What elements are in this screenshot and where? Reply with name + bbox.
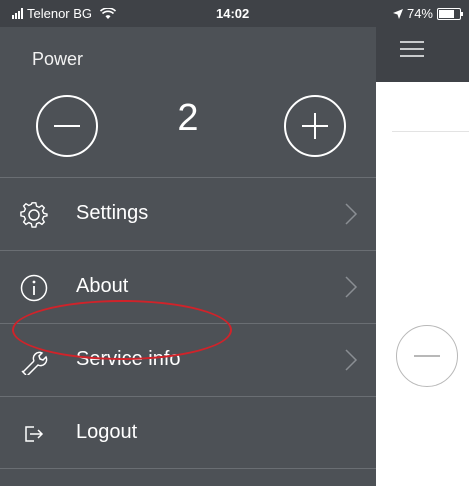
- gear-icon: [20, 202, 48, 228]
- location-arrow-icon: [392, 8, 403, 19]
- wifi-icon: [100, 7, 117, 19]
- menu-item-service-info[interactable]: Service info: [0, 323, 376, 396]
- menu-item-label: About: [76, 275, 129, 297]
- chevron-right-icon: [345, 276, 358, 298]
- menu-item-label: Service info: [76, 348, 181, 370]
- power-increase-button[interactable]: [284, 95, 346, 157]
- battery-percent: 74%: [406, 6, 433, 21]
- side-drawer: Power 2 Settings About Service info Logo…: [0, 27, 376, 486]
- hamburger-menu-icon[interactable]: [400, 36, 424, 60]
- status-left: Telenor BG: [12, 6, 117, 21]
- menu-item-label: Logout: [76, 421, 138, 443]
- minus-icon: [414, 355, 440, 357]
- menu-item-logout[interactable]: Logout: [0, 396, 376, 469]
- status-right: 74%: [392, 6, 463, 21]
- chevron-right-icon: [345, 349, 358, 371]
- chevron-right-icon: [345, 203, 358, 225]
- power-decrease-button[interactable]: [36, 95, 98, 157]
- menu-item-label: Settings: [76, 202, 149, 224]
- wrench-icon: [21, 351, 48, 375]
- power-value: 2: [177, 97, 199, 139]
- status-time: 14:02: [216, 6, 250, 21]
- drawer-menu: Settings About Service info Logout: [0, 177, 376, 469]
- signal-icon: [12, 8, 23, 19]
- info-icon: [20, 274, 48, 302]
- carrier-name: Telenor BG: [27, 6, 93, 21]
- power-label: Power: [32, 49, 84, 69]
- main-decrease-button[interactable]: [396, 325, 458, 387]
- battery-icon: [437, 7, 463, 20]
- logout-icon: [25, 426, 44, 442]
- minus-icon: [54, 125, 80, 127]
- menu-item-about[interactable]: About: [0, 250, 376, 323]
- menu-item-settings[interactable]: Settings: [0, 177, 376, 250]
- main-divider: [392, 131, 469, 132]
- status-bar: Telenor BG 14:02 74%: [0, 0, 469, 27]
